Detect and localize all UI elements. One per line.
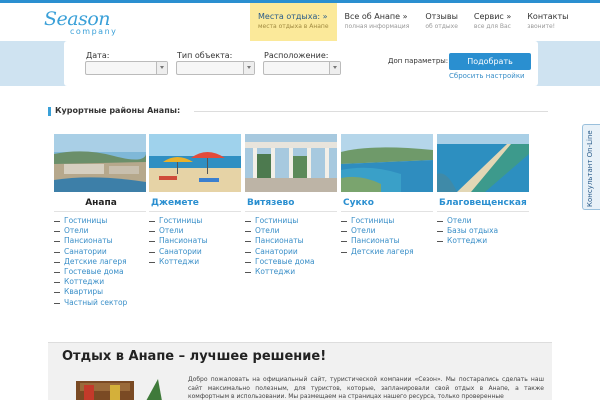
chevron-down-icon <box>156 62 167 74</box>
list-item[interactable]: Частный сектор <box>54 298 146 308</box>
list-item[interactable]: Отели <box>341 226 433 236</box>
list-item[interactable]: Детские лагеря <box>54 257 146 267</box>
consultant-tab-label: Консультант On-Line <box>586 130 594 207</box>
district-links: Отели Базы отдыха Коттеджи <box>437 216 529 247</box>
district-name[interactable]: Витязево <box>245 198 337 212</box>
district-photo[interactable] <box>54 134 146 192</box>
district-name[interactable]: Благовещенская <box>437 198 529 212</box>
reset-settings-link[interactable]: Сбросить настройки <box>449 72 525 80</box>
section-divider <box>194 111 548 112</box>
nav-item-title: Контакты <box>527 12 569 21</box>
nav-item-contacts[interactable]: Контакты звоните! <box>519 3 576 41</box>
list-item[interactable]: Квартиры <box>54 287 146 297</box>
nav-item-about-anapa[interactable]: Все об Анапе » полная информация <box>337 3 418 41</box>
list-item[interactable]: Гостиницы <box>341 216 433 226</box>
list-item[interactable]: Отели <box>149 226 241 236</box>
nav-item-reviews[interactable]: Отзывы об отдыхе <box>417 3 466 41</box>
district-links: Гостиницы Отели Пансионаты Санатории Дет… <box>54 216 146 308</box>
list-item[interactable]: Отели <box>437 216 529 226</box>
list-item[interactable]: Детские лагеря <box>341 247 433 257</box>
list-item[interactable]: Отели <box>245 226 337 236</box>
site-header: Season company Места отдыха: » места отд… <box>0 3 600 41</box>
nav-item-service[interactable]: Сервис » все для Вас <box>466 3 519 41</box>
list-item[interactable]: Коттеджи <box>437 236 529 246</box>
district-photo[interactable] <box>149 134 241 192</box>
list-item[interactable]: Санатории <box>245 247 337 257</box>
nav-item-places[interactable]: Места отдыха: » места отдыха в Анапе <box>250 3 337 41</box>
section-title: Курортные районы Анапы: <box>48 106 180 116</box>
list-item[interactable]: Гостевые дома <box>54 267 146 277</box>
location-select[interactable] <box>263 61 341 75</box>
district-card-dzhemete: Джемете Гостиницы Отели Пансионаты Санат… <box>149 134 241 267</box>
chevron-down-icon <box>243 62 254 74</box>
intro-photo <box>62 375 182 400</box>
extra-params-link[interactable]: Доп параметры: <box>388 57 448 65</box>
list-item[interactable]: Коттеджи <box>54 277 146 287</box>
district-links: Гостиницы Отели Пансионаты Санатории Кот… <box>149 216 241 267</box>
intro-title: Отдых в Анапе – лучшее решение! <box>62 349 327 364</box>
nav-item-subtitle: места отдыха в Анапе <box>258 23 329 30</box>
logo-subtitle: company <box>70 27 118 36</box>
list-item[interactable]: Санатории <box>54 247 146 257</box>
object-type-label: Тип объекта: <box>177 51 233 60</box>
list-item[interactable]: Санатории <box>149 247 241 257</box>
list-item[interactable]: Пансионаты <box>149 236 241 246</box>
list-item[interactable]: Пансионаты <box>341 236 433 246</box>
list-item[interactable]: Коттеджи <box>149 257 241 267</box>
district-links: Гостиницы Отели Пансионаты Детские лагер… <box>341 216 433 257</box>
nav-item-title: Все об Анапе » <box>344 12 408 21</box>
consultant-online-tab[interactable]: Консультант On-Line <box>582 124 600 210</box>
district-card-sukko: Сукко Гостиницы Отели Пансионаты Детские… <box>341 134 433 257</box>
list-item[interactable]: Гостиницы <box>149 216 241 226</box>
chevron-down-icon <box>329 62 340 74</box>
list-item[interactable]: Отели <box>54 226 146 236</box>
nav-item-title: Сервис » <box>473 12 512 21</box>
date-label: Дата: <box>86 51 110 60</box>
district-card-blagoveshchenskaya: Благовещенская Отели Базы отдыха Коттедж… <box>437 134 529 247</box>
location-label: Расположение: <box>264 51 329 60</box>
district-links: Гостиницы Отели Пансионаты Санатории Гос… <box>245 216 337 277</box>
search-band: Дата: Тип объекта: Расположение: Доп пар… <box>0 41 600 86</box>
nav-item-title: Отзывы <box>425 12 458 21</box>
intro-text: Добро пожаловать на официальный сайт, ту… <box>188 376 544 400</box>
district-photo[interactable] <box>341 134 433 192</box>
logo-wordmark: Season <box>44 8 111 30</box>
find-button[interactable]: Подобрать <box>449 53 531 70</box>
district-photo[interactable] <box>245 134 337 192</box>
list-item[interactable]: Пансионаты <box>54 236 146 246</box>
logo[interactable]: Season company <box>44 10 124 40</box>
list-item[interactable]: Гостиницы <box>54 216 146 226</box>
list-item[interactable]: Пансионаты <box>245 236 337 246</box>
district-name[interactable]: Анапа <box>54 198 146 212</box>
district-card-vityazevo: Витязево Гостиницы Отели Пансионаты Сана… <box>245 134 337 277</box>
list-item[interactable]: Коттеджи <box>245 267 337 277</box>
list-item[interactable]: Базы отдыха <box>437 226 529 236</box>
object-type-select[interactable] <box>176 61 255 75</box>
district-name[interactable]: Сукко <box>341 198 433 212</box>
nav-item-subtitle: об отдыхе <box>425 23 458 30</box>
district-card-anapa: Анапа Гостиницы Отели Пансионаты Санатор… <box>54 134 146 308</box>
nav-item-subtitle: все для Вас <box>473 23 511 30</box>
nav-item-title: Места отдыха: » <box>258 12 328 21</box>
date-select[interactable] <box>85 61 168 75</box>
intro-section: Отдых в Анапе – лучшее решение! Добро по… <box>48 342 552 400</box>
district-name[interactable]: Джемете <box>149 198 241 212</box>
nav-item-subtitle: звоните! <box>527 23 556 30</box>
list-item[interactable]: Гостевые дома <box>245 257 337 267</box>
district-photo[interactable] <box>437 134 529 192</box>
nav-item-subtitle: полная информация <box>344 23 410 30</box>
list-item[interactable]: Гостиницы <box>245 216 337 226</box>
main-nav: Места отдыха: » места отдыха в Анапе Все… <box>250 3 576 41</box>
